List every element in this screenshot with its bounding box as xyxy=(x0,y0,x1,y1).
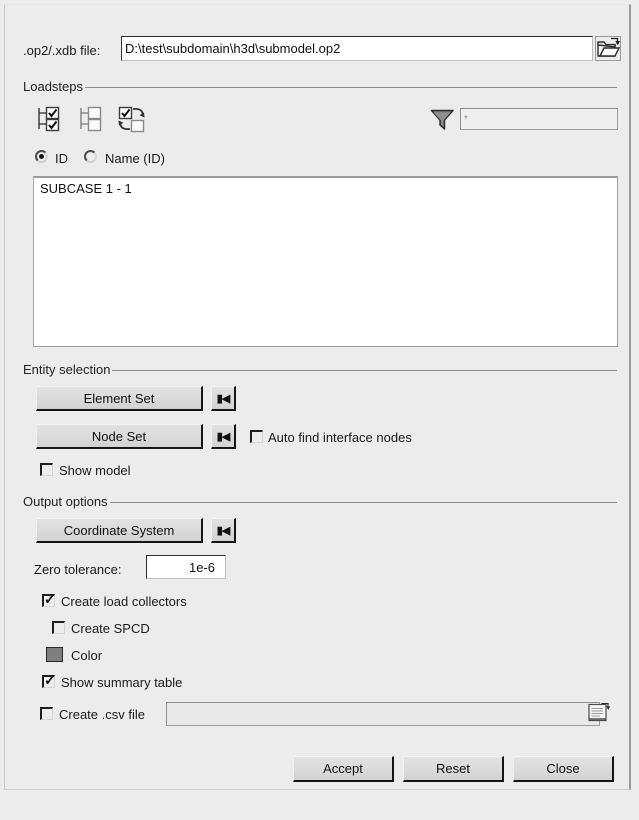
create-spcd-label: Create SPCD xyxy=(71,621,150,636)
csv-file-path-input[interactable] xyxy=(166,702,600,726)
loadsteps-group-label: Loadsteps xyxy=(23,79,83,94)
deselect-all-icon[interactable] xyxy=(77,105,109,140)
color-label: Color xyxy=(71,648,103,663)
zero-tolerance-label: Zero tolerance: xyxy=(34,562,122,577)
group-rule xyxy=(109,502,617,503)
loadsteps-listbox[interactable]: SUBCASE 1 - 1 xyxy=(33,176,618,347)
reset-button[interactable]: Reset xyxy=(403,756,504,782)
color-swatch[interactable] xyxy=(46,647,63,662)
create-load-collectors-checkbox[interactable]: ✓ xyxy=(42,591,56,607)
radio-name-id-label: Name (ID) xyxy=(105,151,165,166)
output-options-group-label: Output options xyxy=(23,494,108,509)
node-set-button[interactable]: Node Set xyxy=(36,424,203,449)
group-rule xyxy=(85,87,617,88)
show-model-label: Show model xyxy=(59,463,131,478)
select-all-icon[interactable] xyxy=(35,105,67,140)
close-button[interactable]: Close xyxy=(513,756,614,782)
auto-find-interface-nodes-checkbox[interactable] xyxy=(250,430,263,443)
file-path-label: .op2/.xdb file: xyxy=(23,43,101,58)
dialog-window: .op2/.xdb file: D:\test\subdomain\h3d\su… xyxy=(0,0,639,820)
show-summary-table-label: Show summary table xyxy=(61,675,183,690)
file-path-value: D:\test\subdomain\h3d\submodel.op2 xyxy=(125,41,341,56)
create-csv-file-checkbox[interactable] xyxy=(40,707,53,720)
output-options-group-header: Output options xyxy=(23,494,617,509)
create-csv-file-label: Create .csv file xyxy=(59,707,145,722)
radio-name-id-ring xyxy=(84,150,97,163)
open-folder-icon[interactable] xyxy=(595,36,621,66)
loadstep-filter-value: * xyxy=(464,113,468,125)
accept-button[interactable]: Accept xyxy=(293,756,394,782)
checkmark-icon: ✓ xyxy=(44,591,56,607)
window-frame: .op2/.xdb file: D:\test\subdomain\h3d\su… xyxy=(4,4,631,790)
entity-selection-group-label: Entity selection xyxy=(23,362,111,377)
csv-file-icon[interactable] xyxy=(588,702,610,729)
zero-tolerance-input[interactable]: 1e-6 xyxy=(146,555,226,579)
show-model-checkbox[interactable] xyxy=(40,463,53,476)
radio-id-label: ID xyxy=(55,151,68,166)
file-path-input[interactable]: D:\test\subdomain\h3d\submodel.op2 xyxy=(121,36,593,61)
zero-tolerance-value: 1e-6 xyxy=(188,559,215,575)
create-load-collectors-label: Create load collectors xyxy=(61,594,187,609)
radio-name-id[interactable] xyxy=(84,150,97,163)
checkmark-icon: ✓ xyxy=(44,672,56,688)
element-set-button[interactable]: Element Set xyxy=(36,386,203,411)
group-rule xyxy=(112,370,617,371)
node-set-skip-to-start-icon[interactable]: ▮◀ xyxy=(211,424,236,449)
element-set-skip-to-start-icon[interactable]: ▮◀ xyxy=(211,386,236,411)
funnel-filter-icon[interactable] xyxy=(430,108,455,137)
reverse-selection-icon[interactable] xyxy=(117,105,151,140)
loadstep-filter-input[interactable]: * xyxy=(460,108,618,130)
coordinate-system-skip-to-start-icon[interactable]: ▮◀ xyxy=(211,518,236,543)
radio-id-dot xyxy=(39,154,44,159)
loadsteps-group-header: Loadsteps xyxy=(23,79,617,94)
show-summary-table-checkbox[interactable]: ✓ xyxy=(42,672,56,688)
entity-selection-group-header: Entity selection xyxy=(23,362,617,377)
radio-id[interactable] xyxy=(35,150,48,163)
create-spcd-checkbox[interactable] xyxy=(52,621,65,634)
list-item-label: SUBCASE 1 - 1 xyxy=(40,181,132,196)
coordinate-system-button[interactable]: Coordinate System xyxy=(36,518,203,543)
auto-find-interface-nodes-label: Auto find interface nodes xyxy=(268,430,412,445)
list-item[interactable]: SUBCASE 1 - 1 xyxy=(34,178,617,196)
